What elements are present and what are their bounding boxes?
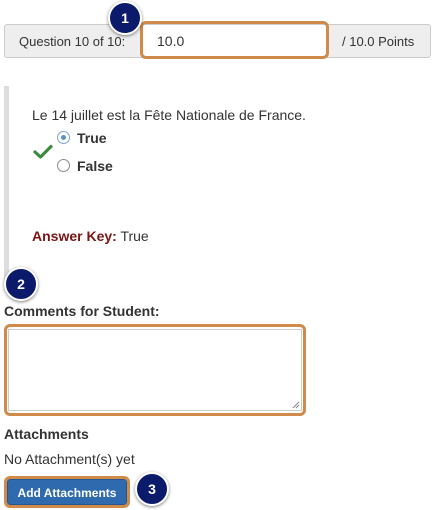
answer-key-value: True xyxy=(120,228,149,244)
grading-panel: Question 10 of 10: / 10.0 Points Le 14 j… xyxy=(0,0,433,510)
add-attachments-button[interactable]: Add Attachments xyxy=(7,479,127,505)
resize-grip-icon[interactable] xyxy=(292,401,300,409)
radio-false[interactable] xyxy=(57,159,70,172)
score-input[interactable] xyxy=(142,24,327,58)
answer-key-label: Answer Key: xyxy=(32,228,117,244)
points-label: / 10.0 Points xyxy=(327,24,431,58)
question-block: Le 14 juillet est la Fête Nationale de F… xyxy=(4,86,429,286)
callout-badge-3: 3 xyxy=(135,472,169,506)
option-false-label: False xyxy=(77,158,113,174)
radio-true[interactable] xyxy=(57,131,70,144)
checkmark-icon xyxy=(33,144,53,159)
callout-badge-2: 2 xyxy=(4,267,38,301)
answer-key: Answer Key: True xyxy=(32,228,149,244)
callout-badge-1: 1 xyxy=(108,1,142,35)
question-text: Le 14 juillet est la Fête Nationale de F… xyxy=(32,107,306,123)
comments-label: Comments for Student: xyxy=(4,303,160,319)
option-true-label: True xyxy=(77,130,107,146)
attachments-status: No Attachment(s) yet xyxy=(4,451,135,467)
attachments-heading: Attachments xyxy=(4,426,89,442)
comments-textarea[interactable] xyxy=(8,329,302,411)
score-row: Question 10 of 10: / 10.0 Points xyxy=(4,24,431,60)
